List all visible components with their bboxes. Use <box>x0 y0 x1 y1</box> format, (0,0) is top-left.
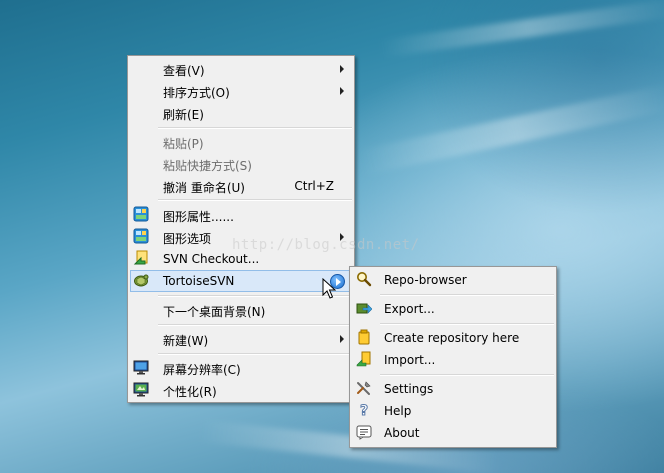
menu-item-screen-resolution[interactable]: 屏幕分辨率(C) <box>130 357 352 379</box>
menu-item-label: Settings <box>384 382 434 396</box>
submenu-item-repo-browser[interactable]: Repo-browser <box>352 269 554 291</box>
graphics-properties-icon <box>133 206 149 222</box>
menu-item-label: 粘贴(P) <box>163 137 204 151</box>
menu-separator <box>158 199 352 201</box>
menu-separator <box>380 323 554 325</box>
menu-item-sort-by[interactable]: 排序方式(O) <box>130 80 352 102</box>
menu-item-label: Help <box>384 404 412 418</box>
menu-item-view[interactable]: 查看(V) <box>130 58 352 80</box>
export-icon <box>356 300 373 316</box>
menu-item-label: 屏幕分辨率(C) <box>163 363 241 377</box>
menu-separator <box>380 374 554 376</box>
menu-item-new[interactable]: 新建(W) <box>130 328 352 350</box>
menu-item-label: 图形属性...... <box>163 210 234 224</box>
personalize-icon <box>133 381 149 397</box>
tortoisesvn-icon <box>133 272 149 288</box>
menu-item-paste-shortcut: 粘贴快捷方式(S) <box>130 153 352 175</box>
svg-text:?: ? <box>360 403 368 418</box>
menu-item-tortoisesvn[interactable]: TortoiseSVN <box>130 270 352 292</box>
settings-icon <box>356 380 372 396</box>
submenu-arrow-icon <box>340 335 344 343</box>
menu-item-label: 个性化(R) <box>163 385 217 399</box>
menu-item-label: 刷新(E) <box>163 108 204 122</box>
menu-item-label: TortoiseSVN <box>163 274 235 288</box>
about-icon <box>356 424 372 440</box>
desktop-context-menu: 查看(V) 排序方式(O) 刷新(E) 粘贴(P) 粘贴快捷方式(S) 撤消 重… <box>127 55 355 403</box>
menu-separator <box>158 324 352 326</box>
screen-resolution-icon <box>133 359 149 375</box>
menu-item-label: 查看(V) <box>163 64 205 78</box>
submenu-item-export[interactable]: Export... <box>352 298 554 320</box>
import-icon <box>356 351 372 367</box>
menu-separator <box>158 127 352 129</box>
menu-item-label: 下一个桌面背景(N) <box>163 305 266 319</box>
menu-item-paste: 粘贴(P) <box>130 131 352 153</box>
mouse-cursor-icon <box>322 278 336 299</box>
menu-item-label: 图形选项 <box>163 232 212 246</box>
submenu-item-import[interactable]: Import... <box>352 349 554 371</box>
tortoisesvn-submenu: Repo-browser Export... Create repository… <box>349 266 557 448</box>
submenu-item-help[interactable]: ? Help <box>352 400 554 422</box>
wallpaper-streak <box>378 0 664 58</box>
menu-item-label: Import... <box>384 353 436 367</box>
submenu-item-about[interactable]: About <box>352 422 554 444</box>
create-repository-icon <box>356 329 372 345</box>
submenu-arrow-icon <box>340 65 344 73</box>
menu-item-graphics-properties[interactable]: 图形属性...... <box>130 204 352 226</box>
watermark-text: http://blog.csdn.net/ <box>232 237 420 253</box>
wallpaper-streak <box>357 83 664 176</box>
menu-item-label: 粘贴快捷方式(S) <box>163 159 252 173</box>
menu-item-label: 排序方式(O) <box>163 86 230 100</box>
menu-item-label: 撤消 重命名(U) <box>163 181 245 195</box>
menu-item-label: SVN Checkout... <box>163 252 260 266</box>
shortcut-label: Ctrl+Z <box>294 179 334 193</box>
menu-item-label: Create repository here <box>384 331 520 345</box>
menu-item-next-desktop-background[interactable]: 下一个桌面背景(N) <box>130 299 352 321</box>
submenu-item-settings[interactable]: Settings <box>352 378 554 400</box>
repo-browser-icon <box>356 271 372 287</box>
submenu-item-create-repository[interactable]: Create repository here <box>352 327 554 349</box>
menu-separator <box>380 294 554 296</box>
menu-item-label: About <box>384 426 420 440</box>
menu-item-label: 新建(W) <box>163 334 209 348</box>
menu-item-refresh[interactable]: 刷新(E) <box>130 102 352 124</box>
menu-item-label: Export... <box>384 302 435 316</box>
menu-separator <box>158 353 352 355</box>
menu-item-undo-rename[interactable]: 撤消 重命名(U) Ctrl+Z <box>130 175 352 197</box>
menu-item-personalize[interactable]: 个性化(R) <box>130 379 352 401</box>
graphics-options-icon <box>133 228 149 244</box>
menu-item-label: Repo-browser <box>384 273 467 287</box>
help-icon: ? <box>356 402 372 420</box>
svn-checkout-icon <box>133 250 149 266</box>
submenu-arrow-icon <box>340 87 344 95</box>
